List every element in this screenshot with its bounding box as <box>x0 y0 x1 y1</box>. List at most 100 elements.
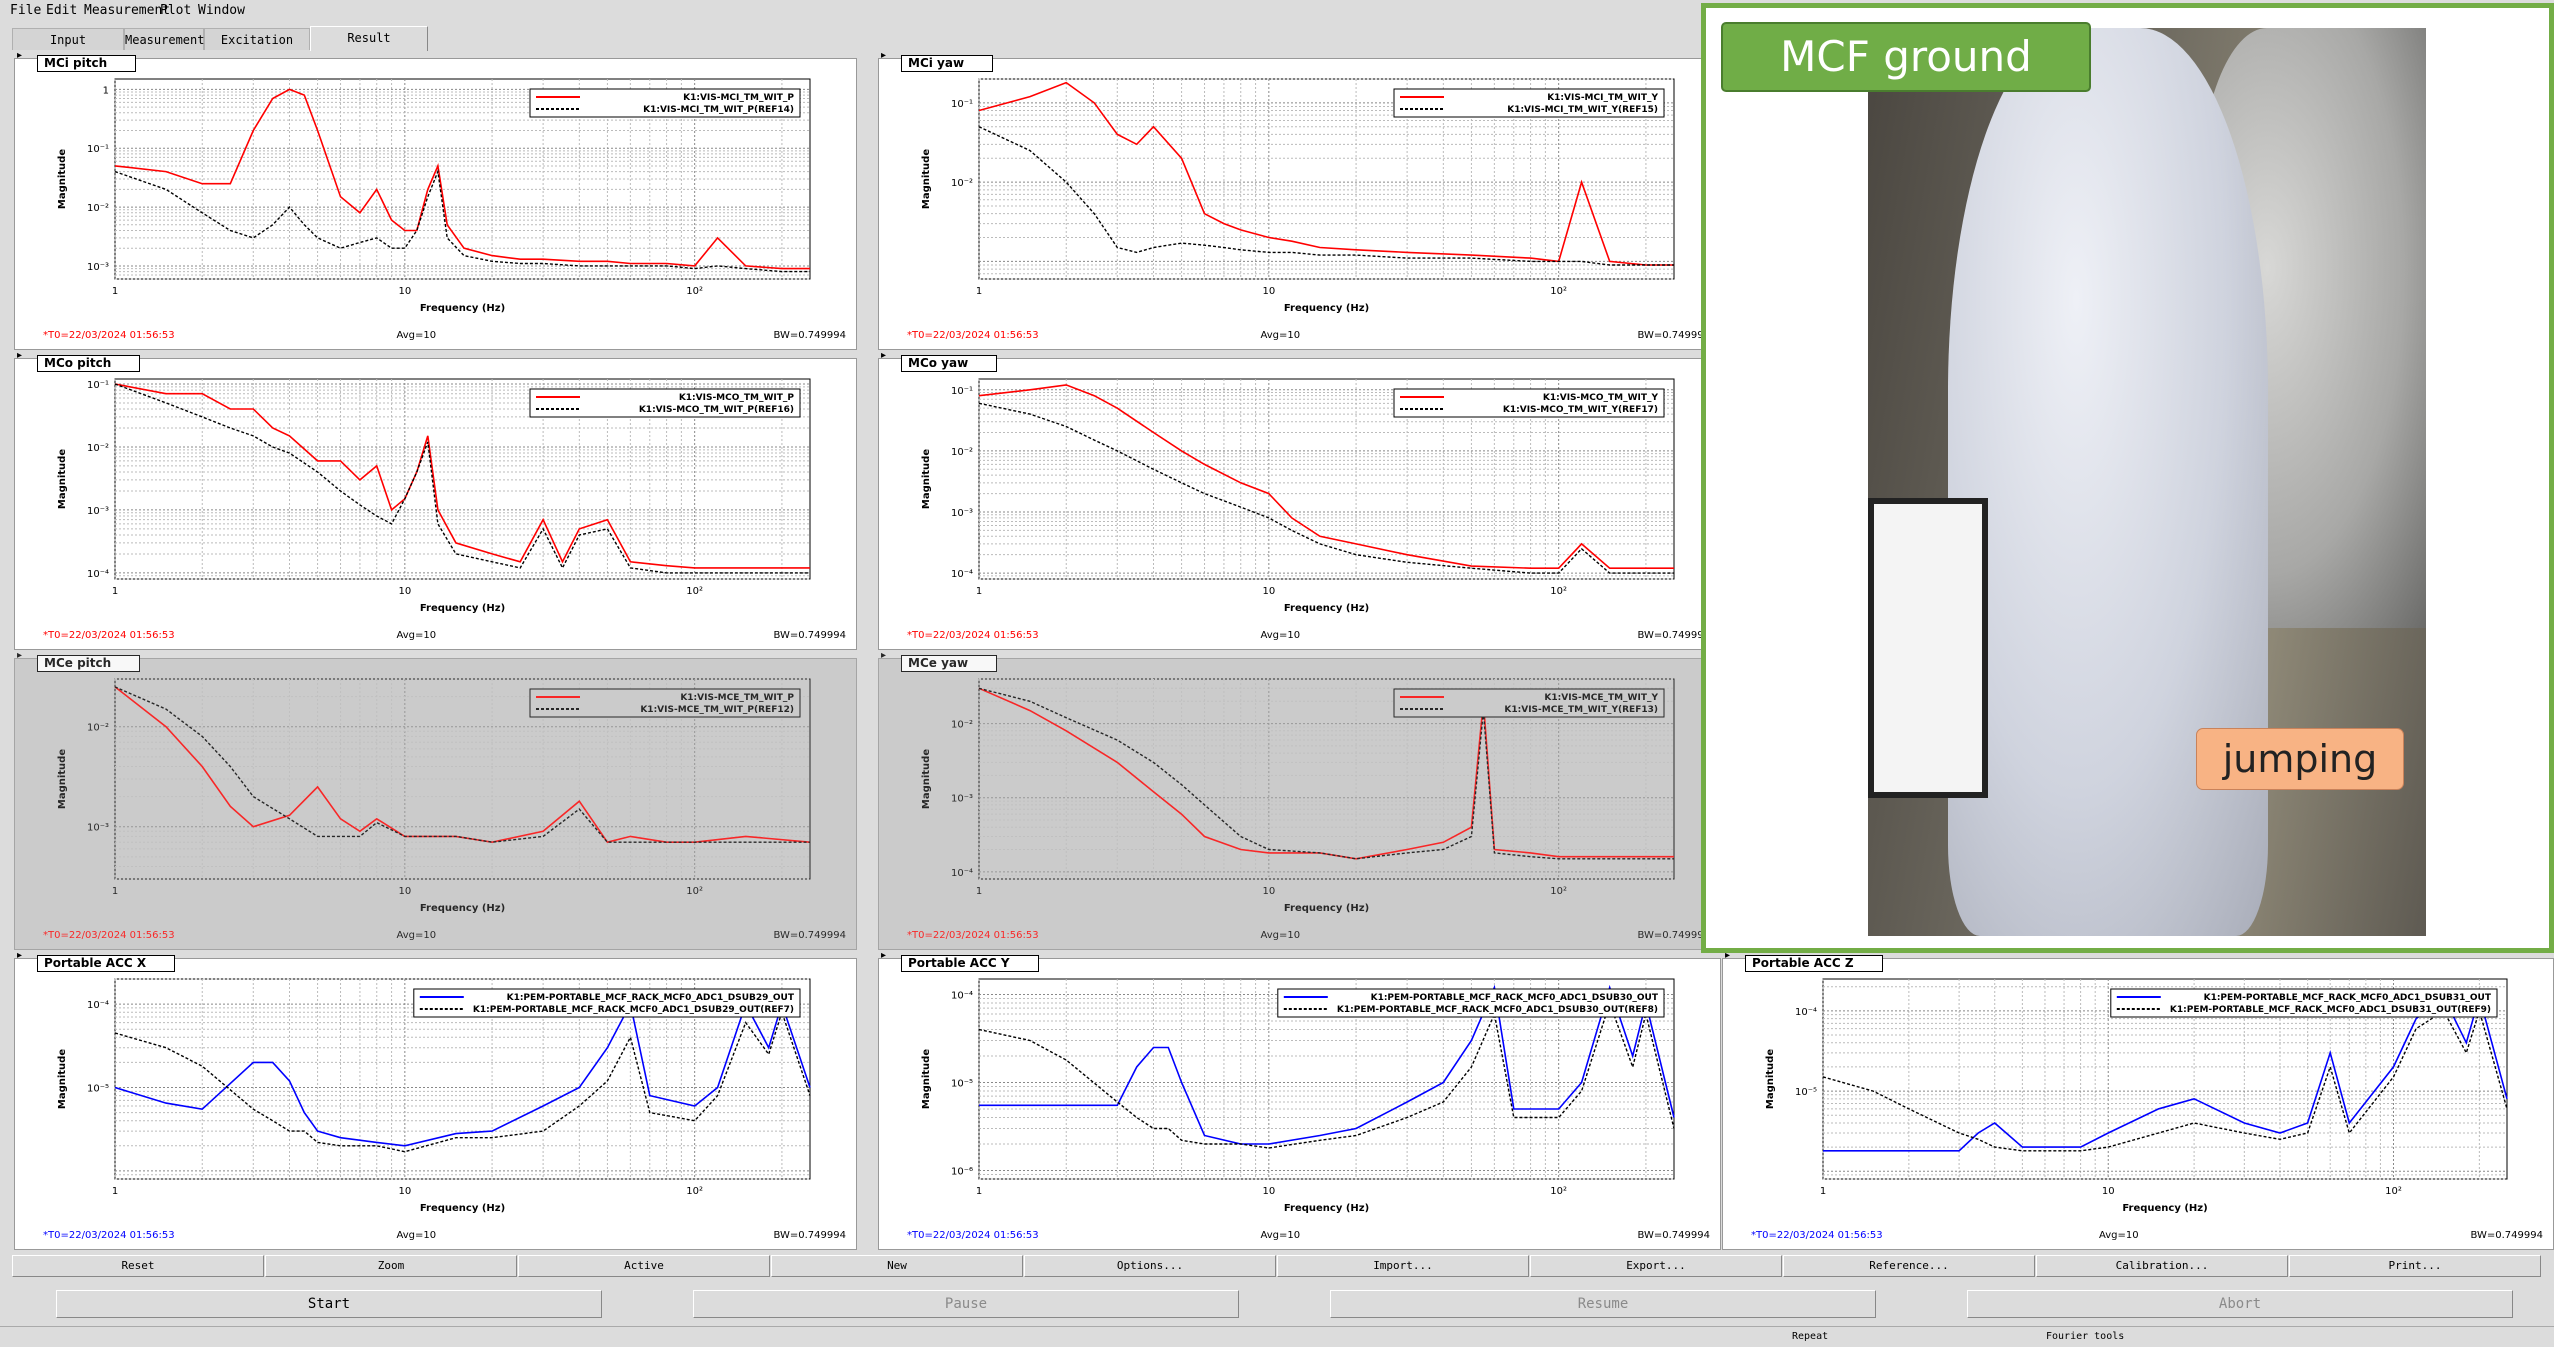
x-tick-label: 10² <box>686 286 703 297</box>
panel-bandwidth: BW=0.749994 <box>773 330 847 341</box>
x-axis-label: Frequency (Hz) <box>420 903 505 914</box>
x-axis-label: Frequency (Hz) <box>2122 1203 2207 1214</box>
panel-average: Avg=10 <box>396 330 437 341</box>
button-reference[interactable]: Reference... <box>1783 1255 2035 1277</box>
panel-bandwidth: BW=0.749994 <box>2470 1230 2544 1241</box>
y-tick-label: 10⁻⁵ <box>1795 1087 1817 1098</box>
y-tick-label: 10⁻⁴ <box>951 990 973 1001</box>
panel-bandwidth: BW=0.749994 <box>1637 930 1711 941</box>
legend-entry: K1:VIS-MCO_TM_WIT_Y <box>1543 393 1659 403</box>
x-tick-label: 1 <box>1820 1186 1826 1197</box>
legend-entry: K1:PEM-PORTABLE_MCF_RACK_MCF0_ADC1_DSUB2… <box>473 1005 794 1015</box>
button-zoom[interactable]: Zoom <box>265 1255 517 1277</box>
x-tick-label: 10 <box>398 1186 411 1197</box>
button-active[interactable]: Active <box>518 1255 770 1277</box>
button-print[interactable]: Print... <box>2289 1255 2541 1277</box>
x-tick-label: 10² <box>1550 886 1567 897</box>
panel-average: Avg=10 <box>396 930 437 941</box>
button-import[interactable]: Import... <box>1277 1255 1529 1277</box>
control-button-row: Start Pause Resume Abort <box>0 1290 2554 1322</box>
x-tick-label: 10 <box>398 286 411 297</box>
legend-entry: K1:VIS-MCE_TM_WIT_P(REF12) <box>640 705 794 715</box>
tab-result[interactable]: Result <box>310 26 428 51</box>
x-axis-label: Frequency (Hz) <box>1284 303 1369 314</box>
legend-entry: K1:VIS-MCE_TM_WIT_Y <box>1544 693 1658 703</box>
tab-input[interactable]: Input <box>12 28 124 50</box>
y-tick-label: 10⁻⁶ <box>951 1166 973 1177</box>
plot-panel[interactable]: ▸ Portable ACC Y 1 10 10² 10⁻⁴ 10⁻⁵ 10⁻⁶ Frequen… <box>878 951 1721 1250</box>
y-tick-label: 10⁻¹ <box>951 99 973 110</box>
legend-entry: K1:VIS-MCO_TM_WIT_P <box>679 393 795 403</box>
y-axis-label: Magnitude <box>57 449 68 509</box>
x-tick-label: 1 <box>112 586 118 597</box>
x-tick-label: 1 <box>112 286 118 297</box>
x-tick-label: 10² <box>1550 286 1567 297</box>
panel-bandwidth: BW=0.749994 <box>773 1230 847 1241</box>
y-tick-label: 10⁻³ <box>87 262 109 273</box>
plot-chart: 1 10 10² 1 10⁻¹ 10⁻² 10⁻³ Frequency (Hz) Magnitu… <box>57 78 811 314</box>
button-pause[interactable]: Pause <box>693 1290 1239 1318</box>
plot-chart: 1 10 10² 10⁻¹ 10⁻² 10⁻³ 10⁻⁴ Frequency (Hz) Magn… <box>921 378 1675 614</box>
plot-chart: 1 10 10² 10⁻¹ 10⁻² 10⁻³ 10⁻⁴ Frequency (Hz) Magn… <box>57 378 811 614</box>
plot-panel[interactable]: ▸ MCo yaw 1 10 10² 10⁻¹ 10⁻² 10⁻³ 10⁻⁴ Frequency … <box>878 351 1721 650</box>
tab-excitation[interactable]: Excitation <box>204 28 310 50</box>
plot-panel[interactable]: ▸ MCi pitch 1 10 10² 1 10⁻¹ 10⁻² 10⁻³ Frequency (… <box>14 51 857 350</box>
y-tick-label: 10⁻¹ <box>87 144 109 155</box>
y-axis-label: Magnitude <box>1765 1049 1776 1109</box>
x-tick-label: 10² <box>686 586 703 597</box>
panel-timestamp: *T0=22/03/2024 01:56:53 <box>907 1230 1039 1241</box>
y-tick-label: 10⁻⁴ <box>1795 1007 1817 1018</box>
button-reset[interactable]: Reset <box>12 1255 264 1277</box>
panel-average: Avg=10 <box>2099 1230 2139 1241</box>
button-export[interactable]: Export... <box>1530 1255 1782 1277</box>
menu-file[interactable]: File <box>10 3 41 18</box>
menu-plot[interactable]: Plot <box>160 3 191 18</box>
plot-panel[interactable]: ▸ MCe pitch 1 10 10² 10⁻² 10⁻³ Frequency (Hz) Ma… <box>14 651 857 950</box>
plot-chart: 1 10 10² 10⁻² 10⁻³ Frequency (Hz) Magnitude K1:… <box>57 678 811 914</box>
x-axis-label: Frequency (Hz) <box>1284 903 1369 914</box>
y-tick-label: 10⁻¹ <box>951 386 973 397</box>
y-axis-label: Magnitude <box>921 749 932 809</box>
panel-average: Avg=10 <box>1260 930 1301 941</box>
plot-panel[interactable]: ▸ MCo pitch 1 10 10² 10⁻¹ 10⁻² 10⁻³ 10⁻⁴ Frequenc… <box>14 351 857 650</box>
plot-panel[interactable]: ▸ Portable ACC X 1 10 10² 10⁻⁴ 10⁻⁵ Frequency (… <box>14 951 857 1250</box>
x-tick-label: 10 <box>1262 286 1275 297</box>
panel-bandwidth: BW=0.749994 <box>773 930 847 941</box>
button-options[interactable]: Options... <box>1024 1255 1276 1277</box>
x-tick-label: 1 <box>976 1186 982 1197</box>
button-calibration[interactable]: Calibration... <box>2036 1255 2288 1277</box>
person-shape <box>1948 28 2268 936</box>
menu-measurement[interactable]: Measurement <box>84 3 170 18</box>
video-overlay: MCF ground jumping <box>1701 3 2554 953</box>
y-tick-label: 10⁻⁵ <box>87 1084 109 1095</box>
y-tick-label: 10⁻⁴ <box>87 1000 109 1011</box>
y-tick-label: 10⁻² <box>87 723 109 734</box>
menu-edit[interactable]: Edit <box>46 3 77 18</box>
video-label-top: MCF ground <box>1721 22 2091 92</box>
panel-average: Avg=10 <box>1260 1230 1301 1241</box>
x-tick-label: 1 <box>112 886 118 897</box>
panel-average: Avg=10 <box>396 630 437 641</box>
plot-panel[interactable]: ▸ Portable ACC Z 1 10 10² 10⁻⁴ 10⁻⁵ Frequency (… <box>1722 951 2554 1250</box>
video-frame <box>1868 28 2426 936</box>
y-axis-label: Magnitude <box>57 149 68 209</box>
button-start[interactable]: Start <box>56 1290 602 1318</box>
legend-entry: K1:VIS-MCI_TM_WIT_Y <box>1547 93 1658 103</box>
button-new[interactable]: New <box>771 1255 1023 1277</box>
x-axis-label: Frequency (Hz) <box>420 603 505 614</box>
legend-entry: K1:VIS-MCE_TM_WIT_P <box>680 693 794 703</box>
panel-timestamp: *T0=22/03/2024 01:56:53 <box>907 330 1039 341</box>
tab-measurement[interactable]: Measurement <box>124 28 204 50</box>
x-tick-label: 10 <box>2102 1186 2115 1197</box>
menu-window[interactable]: Window <box>198 3 245 18</box>
x-tick-label: 10 <box>1262 886 1275 897</box>
legend-entry: K1:PEM-PORTABLE_MCF_RACK_MCF0_ADC1_DSUB3… <box>1371 993 1659 1003</box>
plot-panel[interactable]: ▸ MCe yaw 1 10 10² 10⁻² 10⁻³ 10⁻⁴ Frequency (Hz)… <box>878 651 1721 950</box>
button-resume[interactable]: Resume <box>1330 1290 1876 1318</box>
button-abort[interactable]: Abort <box>1967 1290 2513 1318</box>
x-tick-label: 1 <box>976 586 982 597</box>
y-axis-label: Magnitude <box>57 1049 68 1109</box>
plot-panel[interactable]: ▸ MCi yaw 1 10 10² 10⁻¹ 10⁻² Frequency (Hz) Magn… <box>878 51 1721 350</box>
y-axis-label: Magnitude <box>921 149 932 209</box>
y-tick-label: 10⁻³ <box>951 794 973 805</box>
